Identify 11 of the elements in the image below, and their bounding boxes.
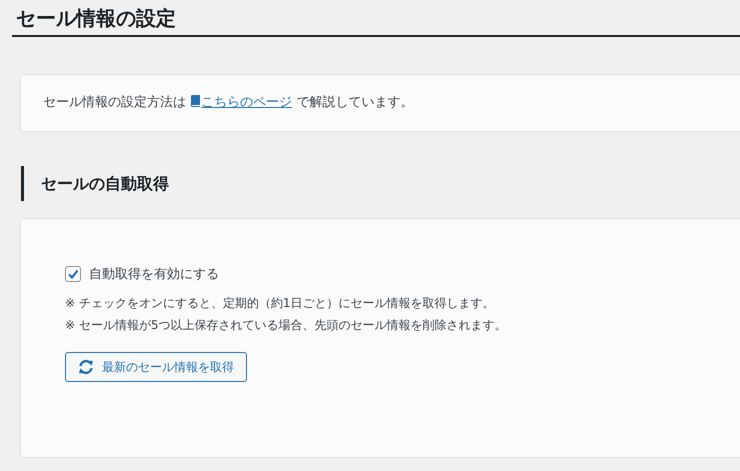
page-link[interactable]: こちらのページ: [190, 95, 292, 110]
note-text: ※ セール情報が5つ以上保存されている場合、先頭のセール情報を削除されます。: [65, 317, 508, 334]
book-icon: [190, 95, 202, 107]
info-text: セール情報の設定方法は こちらのページ で解説しています。: [43, 94, 414, 112]
checkbox-label[interactable]: 自動取得を有効にする: [89, 264, 219, 284]
checkbox[interactable]: [65, 266, 81, 282]
fetch-button[interactable]: 最新のセール情報を取得: [65, 352, 247, 382]
section-title: セールの自動取得: [21, 166, 740, 201]
note-text: ※ チェックをオンにすると、定期的（約1日ごと）にセール情報を取得します。: [65, 295, 496, 312]
refresh-icon: [78, 359, 94, 376]
page-title: セール情報の設定: [12, 0, 740, 37]
